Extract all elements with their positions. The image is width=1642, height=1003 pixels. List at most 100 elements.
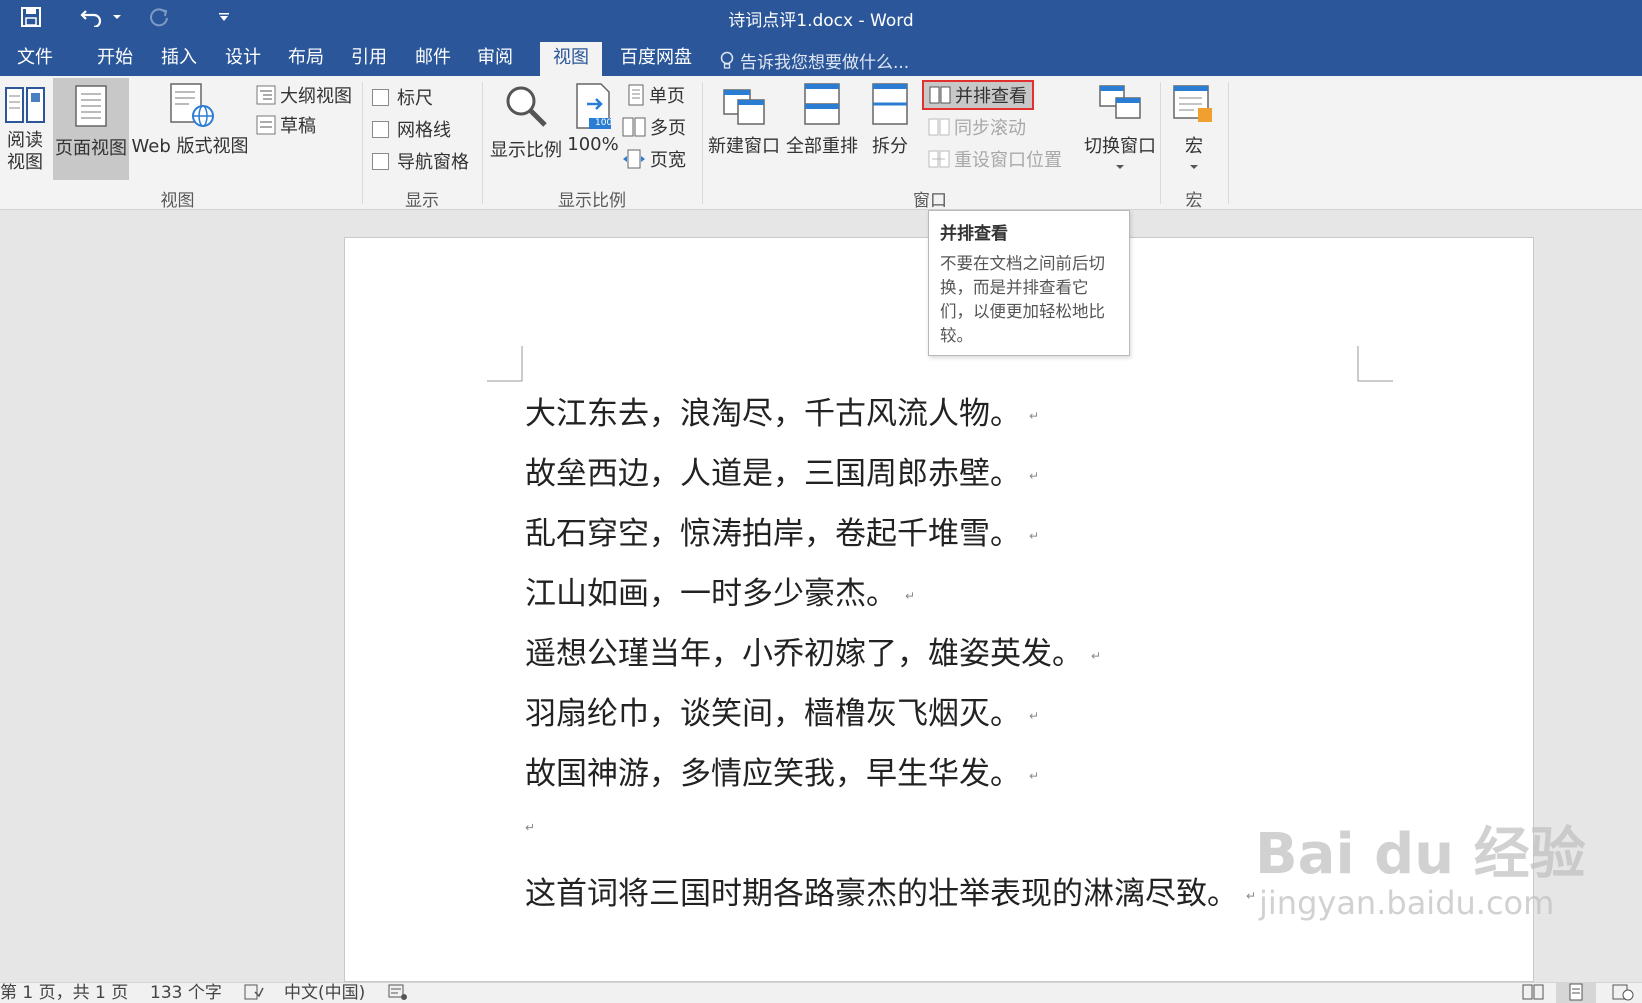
document-line-text: 羽扇纶巾，谈笑间，樯橹灰飞烟灭。 [525, 696, 1021, 732]
web-layout-button[interactable]: Web 版式视图 [131, 82, 249, 158]
macro-recording-icon[interactable] [388, 983, 408, 1003]
tab-insert[interactable]: 插入 [146, 42, 212, 76]
proofing-icon[interactable] [244, 983, 264, 1003]
outline-icon [256, 85, 276, 105]
document-line-text: 故垒西边，人道是，三国周郎赤壁。 [525, 456, 1021, 492]
document-line-text: 故国神游，多情应笑我，早生华发。 [525, 756, 1021, 792]
macros-icon [1173, 85, 1212, 122]
print-layout-view-icon[interactable] [1556, 983, 1596, 1003]
window-group-label: 窗口 [913, 191, 947, 211]
print-layout-icon [75, 85, 107, 127]
gridlines-checkbox[interactable]: 网格线 [372, 116, 451, 142]
show-group-label: 显示 [405, 191, 439, 211]
document-line-text: 乱石穿空，惊涛拍岸，卷起千堆雪。 [525, 516, 1021, 552]
draft-button[interactable]: 草稿 [256, 112, 316, 138]
zoom-100-button[interactable]: 100 100% [566, 82, 620, 155]
tell-me-box[interactable]: 告诉我您想要做什么... [720, 48, 909, 73]
views-group-label: 视图 [160, 191, 195, 211]
tab-view[interactable]: 视图 [540, 42, 602, 76]
nav-pane-checkbox[interactable]: 导航窗格 [372, 148, 469, 174]
ruler-checkbox-box[interactable] [372, 88, 389, 106]
reset-position-button[interactable]: 重设窗口位置 [928, 146, 1062, 172]
print-layout-label: 页面视图 [55, 138, 127, 159]
document-line[interactable]: 乱石穿空，惊涛拍岸，卷起千堆雪。 ↵ [525, 508, 1039, 553]
paragraph-mark: ↵ [525, 820, 536, 835]
outline-label: 大纲视图 [280, 86, 352, 107]
side-by-side-icon [929, 86, 951, 104]
sync-scroll-label: 同步滚动 [954, 118, 1026, 139]
margin-corner-top-left [487, 346, 523, 382]
one-page-button[interactable]: 单页 [627, 82, 685, 108]
split-label: 拆分 [872, 136, 908, 157]
side-by-side-tooltip: 并排查看 不要在文档之间前后切换，而是并排查看它们，以便更加轻松地比较。 [928, 210, 1130, 356]
nav-pane-checkbox-box[interactable] [372, 152, 389, 170]
macros-label: 宏 [1185, 136, 1203, 157]
language[interactable]: 中文(中国) [284, 983, 365, 1003]
sync-scroll-button[interactable]: 同步滚动 [928, 114, 1026, 140]
arrange-all-button[interactable]: 全部重排 [784, 82, 860, 158]
document-line[interactable]: 大江东去，浪淘尽，千古风流人物。 ↵ [525, 388, 1039, 433]
margin-corner-top-right [1357, 346, 1393, 382]
outline-button[interactable]: 大纲视图 [256, 82, 352, 108]
title-bar: 诗词点评1.docx - Word [0, 0, 1642, 34]
one-page-icon [628, 84, 644, 106]
tell-me-placeholder: 告诉我您想要做什么... [740, 53, 910, 73]
web-layout-view-icon[interactable] [1612, 983, 1634, 1003]
word-count[interactable]: 133 个字 [150, 983, 222, 1003]
document-line[interactable]: 故国神游，多情应笑我，早生华发。 ↵ [525, 748, 1039, 793]
tab-home[interactable]: 开始 [82, 42, 148, 76]
new-window-icon [723, 89, 765, 125]
split-button[interactable]: 拆分 [862, 82, 918, 158]
tab-baidu-netdisk[interactable]: 百度网盘 [608, 42, 704, 76]
tab-design[interactable]: 设计 [210, 42, 276, 76]
paragraph-mark: ↵ [1029, 468, 1040, 483]
zoom-group-label: 显示比例 [558, 191, 626, 211]
page-count[interactable]: 第 1 页，共 1 页 [0, 983, 128, 1003]
baidu-jingyan-watermark: Bai du 经验 jingyan.baidu.com [1255, 822, 1586, 922]
document-line-text: 江山如画，一时多少豪杰。 [525, 576, 897, 612]
document-line[interactable]: 羽扇纶巾，谈笑间，樯橹灰飞烟灭。 ↵ [525, 688, 1039, 733]
switch-windows-label: 切换窗口 [1084, 136, 1156, 157]
document-line[interactable]: 遥想公瑾当年，小乔初嫁了，雄姿英发。 ↵ [525, 628, 1101, 673]
zoom-100-label: 100% [567, 134, 619, 155]
document-line-text: 这首词将三国时期各路豪杰的壮举表现的淋漓尽致。 [525, 876, 1238, 912]
tab-references[interactable]: 引用 [336, 42, 402, 76]
new-window-button[interactable]: 新建窗口 [706, 82, 782, 158]
draft-icon [256, 115, 276, 135]
zoom-label: 显示比例 [490, 140, 562, 161]
tab-review[interactable]: 审阅 [462, 42, 528, 76]
side-by-side-button[interactable]: 并排查看 [922, 80, 1034, 110]
tab-file[interactable]: 文件 [2, 42, 68, 76]
paragraph-mark: ↵ [1029, 768, 1040, 783]
print-layout-button[interactable]: 页面视图 [53, 78, 129, 180]
tooltip-title: 并排查看 [940, 224, 1008, 244]
side-by-side-label: 并排查看 [955, 86, 1027, 107]
watermark-logo: Bai du 经验 [1255, 822, 1586, 887]
paragraph-mark: ↵ [1029, 528, 1040, 543]
document-line[interactable]: 故垒西边，人道是，三国周郎赤壁。 ↵ [525, 448, 1039, 493]
read-mode-label-1: 阅读 [7, 130, 43, 151]
document-line[interactable]: ↵ [525, 808, 535, 844]
multi-page-button[interactable]: 多页 [622, 114, 686, 140]
magnifier-icon [506, 86, 547, 127]
switch-windows-button[interactable]: 切换窗口 [1080, 82, 1160, 170]
gridlines-checkbox-box[interactable] [372, 120, 389, 138]
ruler-checkbox[interactable]: 标尺 [372, 84, 433, 110]
tab-mailings[interactable]: 邮件 [400, 42, 466, 76]
read-mode-view-icon[interactable] [1522, 983, 1544, 1003]
tab-layout[interactable]: 布局 [273, 42, 339, 76]
macros-button[interactable]: 宏 [1166, 82, 1222, 170]
document-line[interactable]: 这首词将三国时期各路豪杰的壮举表现的淋漓尽致。 ↵ [525, 868, 1256, 913]
document-line[interactable]: 江山如画，一时多少豪杰。 ↵ [525, 568, 915, 613]
read-mode-button[interactable]: 阅读 视图 [0, 82, 50, 174]
document-title: 诗词点评1.docx - Word [728, 11, 914, 31]
zoom-button[interactable]: 显示比例 [488, 84, 564, 162]
lightbulb-icon [720, 51, 734, 69]
zoom-100-badge: 100 [595, 118, 613, 128]
split-icon [872, 83, 908, 125]
read-mode-icon [5, 87, 45, 123]
document-line-text: 大江东去，浪淘尽，千古风流人物。 [525, 396, 1021, 432]
status-bar: 第 1 页，共 1 页 133 个字 中文(中国) [0, 982, 1642, 1003]
switch-windows-icon [1099, 85, 1141, 119]
page-width-button[interactable]: 页宽 [622, 146, 686, 172]
